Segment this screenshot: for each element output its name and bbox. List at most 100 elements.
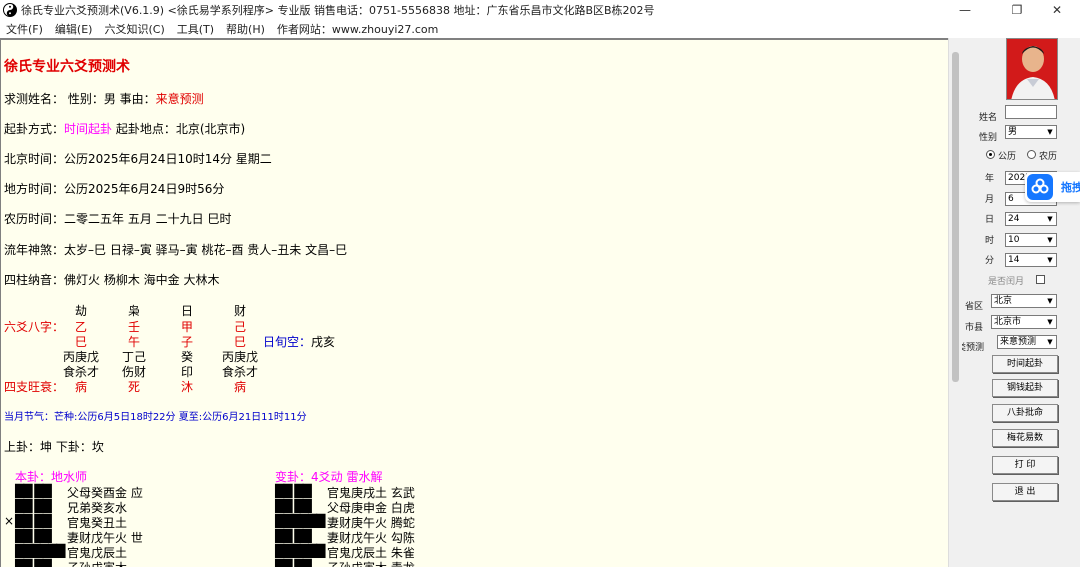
jieqi-line: 当月节气：芒种:公历6月5日18时22分 夏至:公历6月21日11时11分 bbox=[4, 412, 307, 423]
ben-gua-yao: ██████ bbox=[15, 544, 65, 558]
bazi-state-1: 死 bbox=[127, 380, 140, 394]
minimize-button[interactable]: — bbox=[942, 0, 988, 20]
minimize-icon: — bbox=[959, 3, 971, 17]
gender-select[interactable]: 男 ▼ bbox=[1005, 125, 1057, 139]
city-select[interactable]: 北京市 ▼ bbox=[991, 315, 1057, 329]
bian-gua-yao: ██ ██ bbox=[275, 499, 312, 513]
ben-gua-yao: ██ ██ bbox=[15, 559, 52, 567]
bazi-header-3: 财 bbox=[233, 304, 246, 318]
year-label: 年 bbox=[985, 174, 995, 184]
author-photo bbox=[1006, 38, 1058, 100]
bian-gua-yao: ██████ bbox=[275, 514, 325, 528]
bazi-state-2: 沐 bbox=[180, 380, 193, 394]
hour-select[interactable]: 10 ▼ bbox=[1005, 233, 1057, 247]
report-panel[interactable]: 徐氏专业六爻预测术 求测姓名： 性别：男 事由：来意预测 起卦方式：时间起卦 起… bbox=[0, 38, 948, 567]
plum-blossom-button[interactable]: 梅花易数 bbox=[992, 429, 1058, 447]
solar-label: 公历 bbox=[998, 152, 1017, 162]
floating-drag-widget[interactable]: 拖拽 bbox=[1025, 172, 1080, 202]
bian-gua-yao: ██ ██ bbox=[275, 529, 312, 543]
menu-knowledge[interactable]: 六爻知识(C) bbox=[104, 21, 164, 37]
day-select[interactable]: 24 ▼ bbox=[1005, 212, 1057, 226]
solar-radio[interactable] bbox=[986, 150, 995, 159]
shensha-line: 流年神煞：太岁–巳 日禄–寅 驿马–寅 桃花–酉 贵人–丑未 文昌–巳 bbox=[4, 243, 348, 257]
print-button[interactable]: 打 印 bbox=[992, 456, 1058, 474]
gender-label: 性别 bbox=[979, 133, 998, 143]
ben-gua-yao: ██ ██ bbox=[15, 514, 52, 528]
chevron-down-icon: ▼ bbox=[1044, 234, 1056, 246]
query-line: 求测姓名： 性别：男 事由：来意预测 bbox=[4, 90, 204, 107]
bazi-label: 六爻八字： bbox=[4, 320, 65, 334]
lunar-radio[interactable] bbox=[1027, 150, 1036, 159]
method-label: 起卦方式： bbox=[4, 122, 65, 136]
menu-bar: 文件(F) 编辑(E) 六爻知识(C) 工具(T) 帮助(H) 作者网站：www… bbox=[0, 20, 1080, 38]
province-select[interactable]: 北京 ▼ bbox=[991, 294, 1057, 308]
month-label: 月 bbox=[985, 195, 995, 205]
menu-author-site[interactable]: 作者网站：www.zhouyi27.com bbox=[277, 21, 438, 37]
exit-button[interactable]: 退 出 bbox=[992, 483, 1058, 501]
ben-gua-yao: ██ ██ bbox=[15, 499, 52, 513]
leap-month-checkbox[interactable] bbox=[1036, 275, 1045, 284]
city-value: 北京市 bbox=[994, 317, 1022, 327]
menu-edit[interactable]: 编辑(E) bbox=[55, 21, 93, 37]
bian-gua-yao: ██ ██ bbox=[275, 559, 312, 567]
bazi-state-3: 病 bbox=[233, 380, 246, 394]
bagua-fortune-button[interactable]: 八卦批命 bbox=[992, 404, 1058, 422]
method-value: 时间起卦 bbox=[64, 122, 113, 136]
chevron-down-icon: ▼ bbox=[1044, 336, 1056, 348]
province-value: 北京 bbox=[994, 296, 1013, 306]
name-label: 姓名 bbox=[979, 113, 998, 123]
bian-gua-line-text: 子孙戊寅木 青龙 bbox=[327, 559, 415, 567]
yin-yang-icon bbox=[3, 3, 17, 17]
bazi-header-2: 日 bbox=[180, 304, 193, 318]
ben-gua-yao: ██ ██ bbox=[15, 529, 52, 543]
coin-divination-button[interactable]: 钢钱起卦 bbox=[992, 379, 1058, 397]
category-select[interactable]: 来意预测 ▼ bbox=[997, 335, 1057, 349]
beijing-time: 北京时间：公历2025年6月24日10时14分 星期二 bbox=[4, 152, 272, 166]
month-value: 6 bbox=[1008, 194, 1014, 204]
bazi-header-0: 劫 bbox=[74, 304, 87, 318]
hour-label: 时 bbox=[985, 236, 995, 246]
chevron-down-icon: ▼ bbox=[1044, 213, 1056, 225]
author-portrait-icon bbox=[1007, 39, 1057, 99]
state-label: 四支旺衰： bbox=[4, 380, 65, 394]
leap-month-label: 是否闰月 bbox=[988, 277, 1025, 287]
report-heading: 徐氏专业六爻预测术 bbox=[4, 59, 130, 75]
divination-place: 起卦地点：北京(北京市) bbox=[112, 122, 246, 136]
minute-label: 分 bbox=[985, 256, 995, 266]
local-time: 地方时间：公历2025年6月24日9时56分 bbox=[4, 182, 225, 196]
lunar-label: 农历 bbox=[1039, 152, 1058, 162]
hour-value: 10 bbox=[1008, 235, 1020, 245]
province-label: 省区 bbox=[965, 302, 984, 312]
menu-file[interactable]: 文件(F) bbox=[6, 21, 43, 37]
nayin-line: 四柱纳音：佛灯火 杨柳木 海中金 大林木 bbox=[4, 273, 220, 287]
void-label: 日旬空： bbox=[263, 335, 312, 349]
scrollbar-thumb[interactable] bbox=[952, 52, 959, 382]
minute-value: 14 bbox=[1008, 255, 1020, 265]
close-button[interactable]: ✕ bbox=[1034, 0, 1080, 20]
cloud-icon bbox=[1027, 174, 1053, 200]
chevron-down-icon: ▼ bbox=[1044, 126, 1056, 138]
category-label-clip: 分类预测 bbox=[962, 340, 996, 354]
chevron-down-icon: ▼ bbox=[1044, 295, 1056, 307]
minute-select[interactable]: 14 ▼ bbox=[1005, 253, 1057, 267]
maximize-icon: ❐ bbox=[1011, 3, 1023, 17]
floating-widget-label: 拖拽 bbox=[1061, 181, 1080, 194]
upper-lower-gua: 上卦：坤 下卦：坎 bbox=[4, 440, 104, 454]
chevron-down-icon: ▼ bbox=[1044, 254, 1056, 266]
bian-gua-title: 变卦：4爻动 雷水解 bbox=[275, 470, 383, 484]
category-value: 来意预测 bbox=[1000, 337, 1037, 347]
ben-gua-yao: ██ ██ bbox=[15, 484, 52, 498]
name-input[interactable] bbox=[1005, 105, 1057, 119]
menu-help[interactable]: 帮助(H) bbox=[226, 21, 265, 37]
title-bar: 徐氏专业六爻预测术(V6.1.9) <徐氏易学系列程序> 专业版 销售电话：07… bbox=[0, 0, 1080, 20]
bazi-header-1: 枭 bbox=[127, 304, 140, 318]
query-prefix: 求测姓名： 性别：男 事由： bbox=[4, 92, 156, 106]
ben-gua-title: 本卦：地水师 bbox=[15, 470, 88, 484]
menu-tools[interactable]: 工具(T) bbox=[177, 21, 214, 37]
void-value: 戌亥 bbox=[311, 335, 336, 349]
close-icon: ✕ bbox=[1051, 3, 1063, 17]
city-label: 市县 bbox=[965, 323, 984, 333]
report-scrollbar[interactable] bbox=[948, 38, 962, 567]
bian-gua-yao: ██ ██ bbox=[275, 484, 312, 498]
time-divination-button[interactable]: 时间起卦 bbox=[992, 355, 1058, 373]
